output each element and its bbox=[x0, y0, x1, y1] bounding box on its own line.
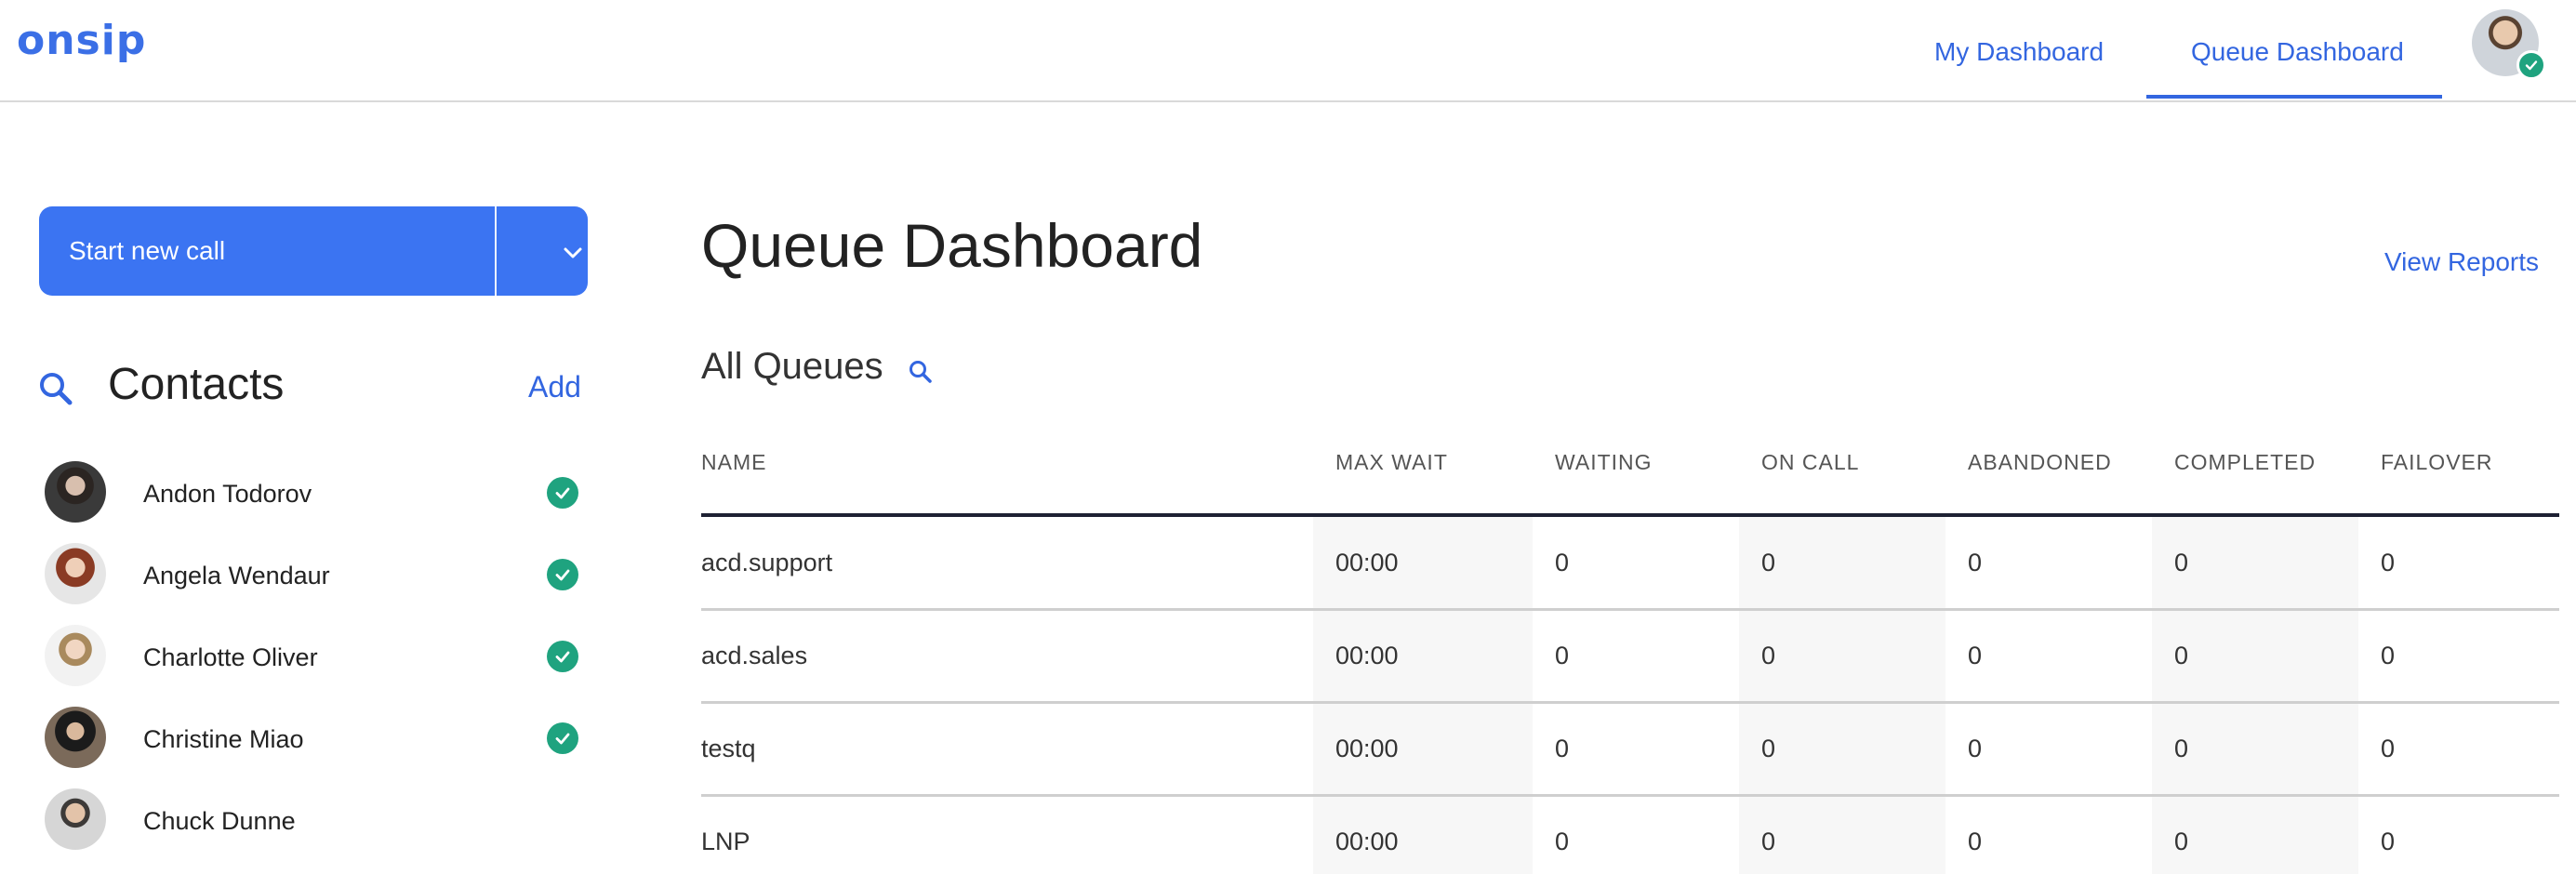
avatar bbox=[45, 788, 106, 850]
chevron-down-icon[interactable] bbox=[560, 240, 586, 266]
cell-completed: 0 bbox=[2174, 735, 2189, 762]
cell-failover: 0 bbox=[2381, 642, 2396, 669]
all-queues-heading: All Queues bbox=[701, 346, 883, 387]
cell-waiting: 0 bbox=[1555, 549, 1570, 576]
tab-queue-dashboard[interactable]: Queue Dashboard bbox=[2191, 37, 2404, 67]
avatar bbox=[45, 707, 106, 768]
cell-completed: 0 bbox=[2174, 549, 2189, 576]
add-contact-button[interactable]: Add bbox=[528, 370, 581, 404]
cell-abandoned: 0 bbox=[1968, 642, 1983, 669]
active-tab-indicator bbox=[2146, 95, 2442, 99]
cell-waiting: 0 bbox=[1555, 828, 1570, 855]
cell-abandoned: 0 bbox=[1968, 735, 1983, 762]
cell-on-call: 0 bbox=[1761, 549, 1776, 576]
cell-max-wait: 00:00 bbox=[1335, 642, 1399, 669]
avatar bbox=[45, 625, 106, 686]
cell-failover: 0 bbox=[2381, 828, 2396, 855]
contact-name: Chuck Dunne bbox=[143, 807, 296, 835]
cell-max-wait: 00:00 bbox=[1335, 735, 1399, 762]
avatar bbox=[45, 543, 106, 604]
search-icon[interactable] bbox=[37, 370, 74, 407]
cell-on-call: 0 bbox=[1761, 735, 1776, 762]
queue-name: acd.sales bbox=[701, 642, 808, 669]
column-header-max-wait[interactable]: MAX WAIT bbox=[1335, 450, 1448, 475]
cell-abandoned: 0 bbox=[1968, 549, 1983, 576]
cell-max-wait: 00:00 bbox=[1335, 549, 1399, 576]
cell-waiting: 0 bbox=[1555, 735, 1570, 762]
onsip-logo[interactable]: onsip bbox=[17, 17, 146, 64]
user-avatar-button[interactable] bbox=[2472, 9, 2546, 80]
cell-abandoned: 0 bbox=[1968, 828, 1983, 855]
start-new-call-label: Start new call bbox=[69, 236, 226, 265]
view-reports-link[interactable]: View Reports bbox=[2384, 247, 2539, 277]
online-status-icon bbox=[547, 559, 578, 590]
cell-completed: 0 bbox=[2174, 828, 2189, 855]
online-status-icon bbox=[547, 641, 578, 672]
contact-name: Christine Miao bbox=[143, 725, 304, 753]
contact-name: Angela Wendaur bbox=[143, 562, 330, 589]
cell-completed: 0 bbox=[2174, 642, 2189, 669]
contact-item[interactable]: Andon Todorov bbox=[45, 461, 603, 526]
page-title: Queue Dashboard bbox=[701, 211, 1203, 280]
online-status-icon bbox=[547, 722, 578, 754]
search-icon[interactable] bbox=[908, 359, 934, 385]
cell-max-wait: 00:00 bbox=[1335, 828, 1399, 855]
start-new-call-button[interactable]: Start new call bbox=[39, 206, 588, 296]
cell-waiting: 0 bbox=[1555, 642, 1570, 669]
avatar bbox=[45, 461, 106, 523]
row-divider bbox=[701, 701, 2559, 704]
contact-item[interactable]: Chuck Dunne bbox=[45, 788, 603, 854]
cell-on-call: 0 bbox=[1761, 642, 1776, 669]
queue-name: acd.support bbox=[701, 549, 833, 576]
cell-failover: 0 bbox=[2381, 735, 2396, 762]
cell-on-call: 0 bbox=[1761, 828, 1776, 855]
row-divider bbox=[701, 794, 2559, 797]
queue-name: LNP bbox=[701, 828, 750, 855]
contact-item[interactable]: Charlotte Oliver bbox=[45, 625, 603, 690]
column-header-waiting[interactable]: WAITING bbox=[1555, 450, 1653, 475]
contact-item[interactable]: Angela Wendaur bbox=[45, 543, 603, 608]
online-status-icon bbox=[547, 477, 578, 509]
button-divider bbox=[495, 206, 497, 296]
column-header-on-call[interactable]: ON CALL bbox=[1761, 450, 1859, 475]
column-header-abandoned[interactable]: ABANDONED bbox=[1968, 450, 2112, 475]
contact-item[interactable]: Christine Miao bbox=[45, 707, 603, 772]
contact-name: Andon Todorov bbox=[143, 480, 312, 508]
column-header-completed[interactable]: COMPLETED bbox=[2174, 450, 2316, 475]
table-header-divider bbox=[701, 513, 2559, 517]
contact-name: Charlotte Oliver bbox=[143, 643, 318, 671]
top-header: onsip My Dashboard Queue Dashboard bbox=[0, 0, 2576, 102]
contacts-heading: Contacts bbox=[108, 360, 285, 409]
queue-name: testq bbox=[701, 735, 756, 762]
column-header-name[interactable]: NAME bbox=[701, 450, 766, 475]
row-divider bbox=[701, 608, 2559, 611]
tab-my-dashboard[interactable]: My Dashboard bbox=[1934, 37, 2104, 67]
online-status-icon bbox=[2516, 50, 2546, 80]
cell-failover: 0 bbox=[2381, 549, 2396, 576]
column-header-failover[interactable]: FAILOVER bbox=[2381, 450, 2492, 475]
